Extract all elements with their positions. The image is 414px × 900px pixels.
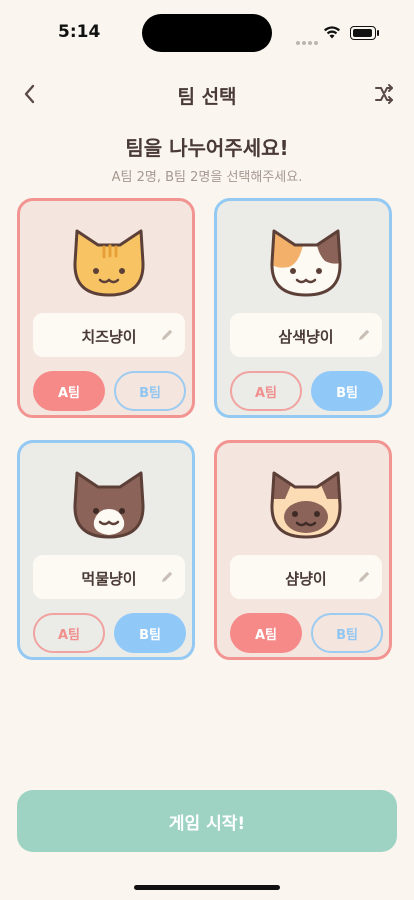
pencil-icon[interactable] bbox=[159, 569, 175, 585]
tuxedo-cat-icon bbox=[73, 471, 145, 539]
status-bar: 5:14 bbox=[0, 0, 414, 60]
cheese-cat-icon bbox=[73, 229, 145, 297]
team-a-button[interactable]: A팀 bbox=[230, 613, 302, 653]
cat-name-field[interactable]: 샴냥이 bbox=[230, 555, 382, 599]
cat-card: 치즈냥이 A팀 B팀 bbox=[17, 198, 195, 418]
cat-name-field[interactable]: 삼색냥이 bbox=[230, 313, 382, 357]
subtitle: A팀 2명, B팀 2명을 선택해주세요. bbox=[111, 170, 303, 185]
cat-card: 샴냥이 A팀 B팀 bbox=[214, 440, 392, 660]
headline: 팀을 나누어주세요! bbox=[125, 136, 289, 160]
team-a-button[interactable]: A팀 bbox=[33, 613, 105, 653]
pencil-icon[interactable] bbox=[356, 569, 372, 585]
team-a-button[interactable]: A팀 bbox=[230, 371, 302, 411]
nav-bar: 팀 선택 bbox=[0, 70, 414, 118]
team-a-button[interactable]: A팀 bbox=[33, 371, 105, 411]
page-title: 팀 선택 bbox=[177, 86, 237, 108]
battery-icon bbox=[350, 26, 379, 40]
start-game-button[interactable]: 게임 시작! bbox=[17, 790, 397, 852]
team-b-button[interactable]: B팀 bbox=[114, 613, 186, 653]
wifi-icon bbox=[324, 26, 340, 39]
signal-icon bbox=[296, 30, 320, 49]
shuffle-button[interactable] bbox=[368, 78, 400, 110]
team-b-button[interactable]: B팀 bbox=[311, 371, 383, 411]
cat-name-field[interactable]: 치즈냥이 bbox=[33, 313, 185, 357]
calico-cat-icon bbox=[270, 229, 342, 297]
cat-card: 삼색냥이 A팀 B팀 bbox=[214, 198, 392, 418]
pencil-icon[interactable] bbox=[356, 327, 372, 343]
cat-card: 먹물냥이 A팀 B팀 bbox=[17, 440, 195, 660]
dynamic-island bbox=[142, 14, 272, 52]
team-b-button[interactable]: B팀 bbox=[311, 613, 383, 653]
team-b-button[interactable]: B팀 bbox=[114, 371, 186, 411]
shuffle-icon bbox=[375, 84, 393, 104]
home-indicator[interactable] bbox=[134, 885, 280, 890]
pencil-icon[interactable] bbox=[159, 327, 175, 343]
status-time: 5:14 bbox=[58, 22, 101, 42]
siamese-cat-icon bbox=[270, 471, 342, 539]
cat-name-field[interactable]: 먹물냥이 bbox=[33, 555, 185, 599]
